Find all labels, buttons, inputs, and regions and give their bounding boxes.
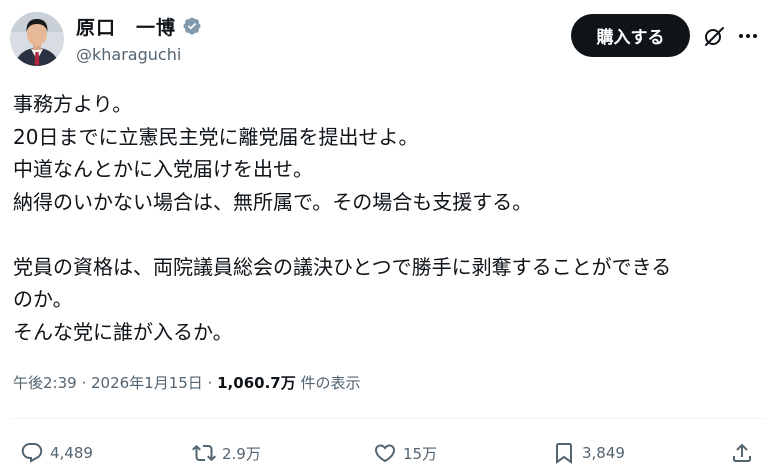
post-date[interactable]: 2026年1月15日 — [91, 374, 203, 392]
post-text-line: 納得のいかない場合は、無所属で。その場合も支援する。 — [13, 189, 533, 214]
meta-separator: · — [202, 374, 218, 392]
buy-button[interactable]: 購入する — [571, 14, 690, 57]
bookmark-button[interactable]: 3,849 — [552, 438, 625, 468]
like-button[interactable]: 15万 — [373, 438, 437, 468]
post-text: 事務方より。 20日までに立憲民主党に離党届を提出せよ。 中道なんとかに入党届け… — [13, 88, 765, 348]
post-text-line: 中道なんとかに入党届けを出せ。 — [13, 157, 313, 181]
post-text-line: そんな党に誰が入るか。 — [13, 319, 233, 344]
repost-button[interactable]: 2.9万 — [192, 438, 261, 468]
post-header: 原口 一博 @kharaguchi 購入する — [0, 0, 774, 80]
share-icon — [733, 443, 751, 462]
repost-count: 2.9万 — [222, 444, 261, 463]
post-text-line: 事務方より。 — [13, 92, 133, 116]
heart-icon — [374, 444, 396, 463]
divider — [12, 418, 764, 419]
share-button[interactable] — [730, 438, 754, 468]
meta-separator: · — [76, 374, 91, 392]
reply-count: 4,489 — [50, 444, 93, 462]
verified-badge-icon — [182, 16, 202, 36]
avatar-image — [10, 12, 64, 66]
action-bar: 4,489 2.9万 15万 3,849 — [0, 435, 774, 471]
post-time[interactable]: 午後2:39 — [13, 374, 77, 392]
bookmark-count: 3,849 — [582, 444, 625, 462]
post-text-line: のか。 — [13, 287, 73, 311]
repost-icon — [192, 444, 216, 462]
post-text-line: 20日までに立憲民主党に離党届を提出せよ。 — [13, 124, 419, 149]
view-count: 1,060.7万 — [217, 374, 296, 392]
reply-icon — [21, 443, 43, 463]
reply-button[interactable]: 4,489 — [20, 438, 93, 468]
post-meta: 午後2:39 · 2026年1月15日 · 1,060.7万 件の表示 — [13, 372, 361, 393]
display-name[interactable]: 原口 一博 — [76, 13, 176, 40]
grok-icon[interactable] — [702, 24, 726, 48]
name-row: 原口 一博 — [76, 13, 202, 39]
like-count: 15万 — [403, 444, 438, 463]
post-text-line: 党員の資格は、両院議員総会の議決ひとつで勝手に剥奪することができる — [13, 254, 672, 279]
avatar[interactable] — [10, 12, 64, 66]
user-handle[interactable]: @kharaguchi — [76, 45, 181, 64]
bookmark-icon — [556, 443, 572, 464]
more-icon[interactable] — [736, 24, 760, 48]
view-count-label: 件の表示 — [295, 374, 361, 392]
